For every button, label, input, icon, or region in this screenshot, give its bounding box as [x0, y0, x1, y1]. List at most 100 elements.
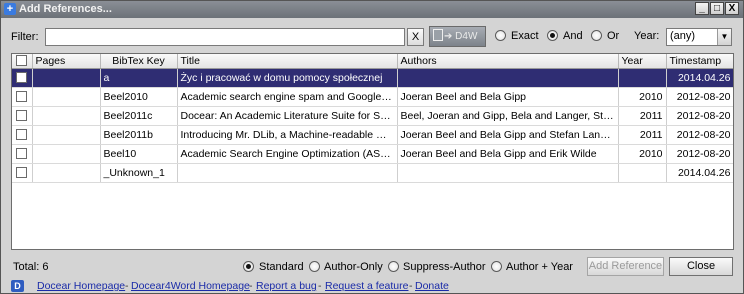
- column-header-pages[interactable]: Pages: [32, 54, 101, 69]
- link-request-feature[interactable]: Request a feature: [325, 280, 408, 292]
- table-row[interactable]: Beel10 Academic Search Engine Optimizati…: [12, 144, 733, 164]
- title-cell: Introducing Mr. DLib, a Machine-readable…: [177, 125, 398, 145]
- title-cell: Academic search engine spam and Google S…: [177, 87, 398, 107]
- year-cell: [618, 163, 667, 183]
- table-row[interactable]: Beel2011c Docear: An Academic Literature…: [12, 106, 733, 126]
- link-separator: -: [318, 280, 322, 292]
- link-docear-homepage[interactable]: Docear Homepage: [37, 280, 125, 292]
- pages-cell: [32, 144, 101, 164]
- row-checkbox[interactable]: [12, 125, 33, 145]
- style-author-year-radio[interactable]: [491, 261, 502, 272]
- row-checkbox[interactable]: [12, 68, 33, 88]
- pages-cell: [32, 163, 101, 183]
- column-header-timestamp[interactable]: Timestamp: [666, 54, 733, 69]
- year-cell: [618, 68, 667, 88]
- minimize-button[interactable]: _: [695, 2, 709, 15]
- filter-label: Filter:: [11, 31, 39, 43]
- column-header-bibtex-key[interactable]: BibTex Key: [100, 54, 178, 69]
- authors-cell: Joeran Beel and Bela Gipp and Stefan Lan…: [397, 125, 619, 145]
- style-author-year-label: Author + Year: [506, 261, 573, 273]
- chevron-down-icon: ▼: [717, 29, 731, 45]
- column-header-title[interactable]: Title: [177, 54, 398, 69]
- title-bar[interactable]: + Add References... _ □ X: [1, 1, 743, 18]
- total-count: Total: 6: [13, 261, 49, 273]
- references-table[interactable]: Pages BibTex Key Title Authors Year Time…: [11, 53, 734, 250]
- link-docear4word-homepage[interactable]: Docear4Word Homepage: [131, 280, 250, 292]
- add-icon: +: [4, 3, 16, 15]
- column-header-year[interactable]: Year: [618, 54, 667, 69]
- year-select[interactable]: (any) ▼: [666, 28, 732, 46]
- year-cell: 2010: [618, 87, 667, 107]
- authors-cell: Joeran Beel and Bela Gipp and Erik Wilde: [397, 144, 619, 164]
- table-header: Pages BibTex Key Title Authors Year Time…: [12, 54, 733, 69]
- filter-input[interactable]: [45, 28, 405, 46]
- timestamp-cell: 2012-08-20: [666, 106, 733, 126]
- authors-cell: [397, 163, 619, 183]
- row-checkbox[interactable]: [12, 106, 33, 126]
- pages-cell: [32, 125, 101, 145]
- bibtex-key-cell: Beel2011b: [100, 125, 178, 145]
- bottom-row: Total: 6 Standard Author-Only Suppress-A…: [1, 256, 743, 278]
- links-row: D Docear Homepage - Docear4Word Homepage…: [1, 279, 743, 294]
- bibtex-key-cell: _Unknown_1: [100, 163, 178, 183]
- title-cell: [177, 163, 398, 183]
- authors-cell: Beel, Joeran and Gipp, Bela and Langer, …: [397, 106, 619, 126]
- timestamp-cell: 2012-08-20: [666, 144, 733, 164]
- timestamp-cell: 2012-08-20: [666, 125, 733, 145]
- title-cell: Academic Search Engine Optimization (ASE…: [177, 144, 398, 164]
- pages-cell: [32, 106, 101, 126]
- link-separator: -: [249, 280, 253, 292]
- row-checkbox[interactable]: [12, 144, 33, 164]
- bibtex-key-cell: Beel2011c: [100, 106, 178, 126]
- row-checkbox[interactable]: [12, 87, 33, 107]
- style-suppress-author-label: Suppress-Author: [403, 261, 486, 273]
- style-suppress-author-radio[interactable]: [388, 261, 399, 272]
- maximize-button[interactable]: □: [710, 2, 724, 15]
- authors-cell: [397, 68, 619, 88]
- timestamp-cell: 2014.04.26: [666, 163, 733, 183]
- select-all-checkbox[interactable]: [12, 54, 33, 69]
- pages-cell: [32, 68, 101, 88]
- clear-filter-button[interactable]: X: [407, 28, 424, 46]
- link-separator: -: [125, 280, 129, 292]
- row-checkbox[interactable]: [12, 163, 33, 183]
- style-standard-label: Standard: [259, 261, 304, 273]
- d4w-label: D4W: [455, 31, 478, 42]
- pages-cell: [32, 87, 101, 107]
- bibtex-key-cell: a: [100, 68, 178, 88]
- title-cell: Życ i pracować w domu pomocy społecznej: [177, 68, 398, 88]
- table-row[interactable]: Beel2011b Introducing Mr. DLib, a Machin…: [12, 125, 733, 145]
- d4w-button[interactable]: ➔ D4W: [429, 26, 486, 47]
- authors-cell: Joeran Beel and Bela Gipp: [397, 87, 619, 107]
- table-row[interactable]: Beel2010 Academic search engine spam and…: [12, 87, 733, 107]
- match-and-label: And: [563, 30, 583, 42]
- document-icon: [433, 29, 443, 41]
- match-or-label: Or: [607, 30, 620, 42]
- close-button[interactable]: Close: [669, 257, 733, 276]
- style-author-only-label: Author-Only: [324, 261, 383, 273]
- window-title: Add References...: [19, 3, 112, 15]
- match-and-radio[interactable]: [547, 30, 558, 41]
- table-row[interactable]: a Życ i pracować w domu pomocy społeczne…: [12, 68, 733, 88]
- year-cell: 2011: [618, 125, 667, 145]
- table-row[interactable]: _Unknown_1 2014.04.26: [12, 163, 733, 183]
- timestamp-cell: 2014.04.26: [666, 68, 733, 88]
- year-cell: 2011: [618, 106, 667, 126]
- docear-logo-icon: D: [11, 280, 24, 292]
- year-cell: 2010: [618, 144, 667, 164]
- link-donate[interactable]: Donate: [415, 280, 449, 292]
- match-exact-radio[interactable]: [495, 30, 506, 41]
- style-author-only-radio[interactable]: [309, 261, 320, 272]
- match-or-radio[interactable]: [591, 30, 602, 41]
- filter-row: Filter: X ➔ D4W Exact And Or Year: (any)…: [1, 23, 743, 49]
- bibtex-key-cell: Beel2010: [100, 87, 178, 107]
- bibtex-key-cell: Beel10: [100, 144, 178, 164]
- column-header-authors[interactable]: Authors: [397, 54, 619, 69]
- match-exact-label: Exact: [511, 30, 539, 42]
- add-reference-button[interactable]: Add Reference: [587, 257, 664, 276]
- style-standard-radio[interactable]: [243, 261, 254, 272]
- close-window-button[interactable]: X: [725, 2, 739, 15]
- title-cell: Docear: An Academic Literature Suite for…: [177, 106, 398, 126]
- add-references-dialog: + Add References... _ □ X Filter: X ➔ D4…: [0, 0, 744, 294]
- link-report-bug[interactable]: Report a bug: [256, 280, 317, 292]
